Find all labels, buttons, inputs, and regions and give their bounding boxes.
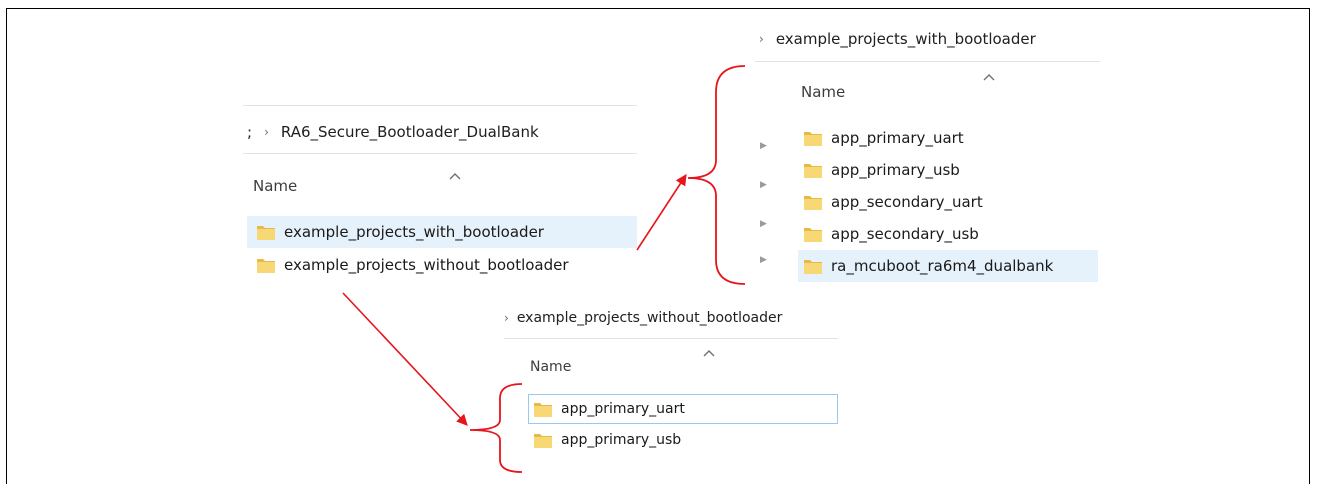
annotation-overlay bbox=[342, 65, 746, 473]
arrow-to-without-bootloader bbox=[342, 292, 468, 426]
arrow-to-with-bootloader bbox=[636, 174, 687, 251]
bracket-with-bootloader bbox=[687, 65, 746, 285]
bracket-without-bootloader bbox=[469, 383, 523, 473]
